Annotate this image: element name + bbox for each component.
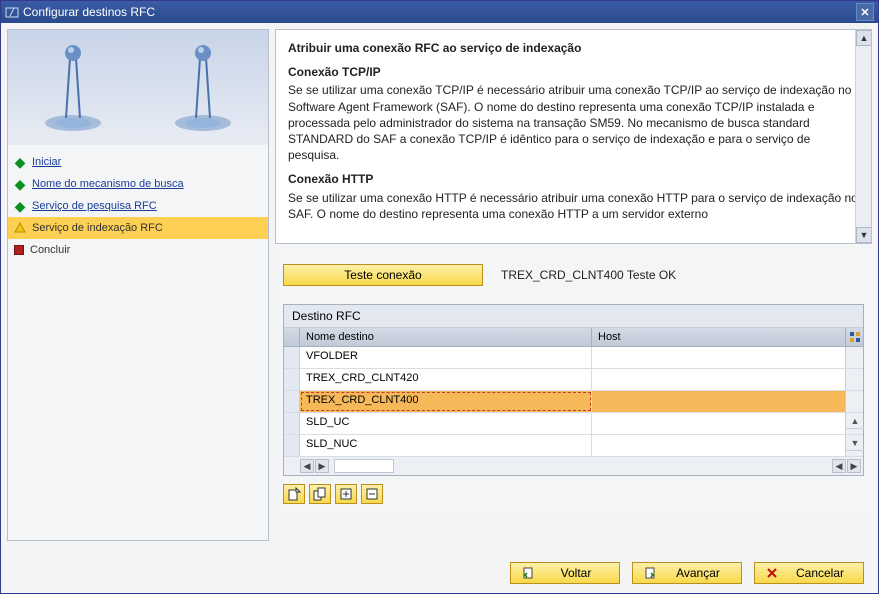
- row-selector[interactable]: [284, 435, 300, 456]
- table-horizontal-scroll: ◀ ▶ ◀ ▶: [284, 457, 863, 475]
- sidebar-item-label: Iniciar: [32, 156, 61, 168]
- scroll-down-button[interactable]: ▼: [856, 227, 872, 243]
- insert-row-button[interactable]: [335, 484, 357, 504]
- test-connection-button[interactable]: Teste conexão: [283, 264, 483, 286]
- table-body: VFOLDERTREX_CRD_CLNT420TREX_CRD_CLNT400S…: [284, 347, 863, 457]
- close-button[interactable]: ✕: [856, 3, 874, 21]
- row-scroll-gutter: [845, 391, 863, 412]
- hscroll-track-left[interactable]: [334, 459, 394, 473]
- cell-host[interactable]: [592, 435, 845, 456]
- table-row[interactable]: SLD_NUC ▼: [284, 435, 863, 457]
- table-icon-toolbar: [283, 484, 864, 504]
- column-header-host[interactable]: Host: [592, 328, 845, 346]
- cancel-icon: [765, 566, 779, 580]
- back-icon: [521, 566, 535, 580]
- cell-destination-name[interactable]: SLD_NUC: [300, 435, 592, 456]
- scroll-up-button[interactable]: ▲: [856, 30, 872, 46]
- table-header: Nome destino Host: [284, 328, 863, 347]
- next-button[interactable]: Avançar: [632, 562, 742, 584]
- table-row[interactable]: TREX_CRD_CLNT400: [284, 391, 863, 413]
- cell-destination-name[interactable]: TREX_CRD_CLNT420: [300, 369, 592, 390]
- green-status-icon: ◆: [14, 156, 26, 168]
- yellow-status-icon: [14, 222, 26, 234]
- back-label: Voltar: [543, 566, 609, 580]
- cell-host[interactable]: [592, 413, 845, 434]
- row-scroll-gutter: ▼: [845, 435, 863, 456]
- row-selector[interactable]: [284, 369, 300, 390]
- info-heading: Atribuir uma conexão RFC ao serviço de i…: [288, 40, 859, 56]
- row-selector[interactable]: [284, 391, 300, 412]
- cell-destination-name[interactable]: VFOLDER: [300, 347, 592, 368]
- cell-host[interactable]: [592, 391, 845, 412]
- table-title: Destino RFC: [284, 305, 863, 328]
- nav-list: ◆ Iniciar ◆ Nome do mecanismo de busca ◆ Serv…: [8, 145, 268, 267]
- sidebar-item-1[interactable]: ◆ Nome do mecanismo de busca: [8, 173, 268, 195]
- table-settings-button[interactable]: [845, 328, 863, 346]
- sidebar-item-label: Serviço de indexação RFC: [32, 222, 163, 234]
- row-selector[interactable]: [284, 347, 300, 368]
- info-scrollbar[interactable]: ▲ ▼: [855, 30, 871, 243]
- main-container: ◆ Iniciar ◆ Nome do mecanismo de busca ◆ Serv…: [1, 23, 878, 547]
- decoration-image: [8, 30, 268, 145]
- table-row[interactable]: TREX_CRD_CLNT420: [284, 369, 863, 391]
- cell-host[interactable]: [592, 369, 845, 390]
- cancel-label: Cancelar: [787, 566, 853, 580]
- vscroll-up-button[interactable]: ▲: [846, 413, 864, 429]
- row-scroll-gutter: ▲: [845, 413, 863, 434]
- rfc-table: Destino RFC Nome destino Host VFOLDERTRE…: [283, 304, 864, 476]
- row-scroll-gutter: [845, 347, 863, 368]
- info-text-box: Atribuir uma conexão RFC ao serviço de i…: [275, 29, 872, 244]
- bottom-button-bar: Voltar Avançar Cancelar: [1, 553, 878, 593]
- info-subheading-http: Conexão HTTP: [288, 171, 859, 187]
- hscroll-right-1[interactable]: ◀: [832, 459, 846, 473]
- sidebar-item-label: Concluir: [30, 244, 70, 256]
- table-row[interactable]: VFOLDER: [284, 347, 863, 369]
- rfc-configure-window: Configurar destinos RFC ✕: [0, 0, 879, 594]
- back-button[interactable]: Voltar: [510, 562, 620, 584]
- sidebar-item-4[interactable]: Concluir: [8, 239, 268, 261]
- cancel-button[interactable]: Cancelar: [754, 562, 864, 584]
- cell-host[interactable]: [592, 347, 845, 368]
- row-selector-header[interactable]: [284, 328, 300, 346]
- delete-row-button[interactable]: [361, 484, 383, 504]
- table-row[interactable]: SLD_UC ▲: [284, 413, 863, 435]
- connection-status-text: TREX_CRD_CLNT400 Teste OK: [501, 268, 676, 282]
- cell-destination-name[interactable]: SLD_UC: [300, 413, 592, 434]
- row-scroll-gutter: [845, 369, 863, 390]
- sidebar: ◆ Iniciar ◆ Nome do mecanismo de busca ◆ Serv…: [7, 29, 269, 541]
- sidebar-item-label: Serviço de pesquisa RFC: [32, 200, 157, 212]
- window-icon: [5, 5, 19, 19]
- hscroll-left-1[interactable]: ◀: [300, 459, 314, 473]
- sidebar-item-label: Nome do mecanismo de busca: [32, 178, 184, 190]
- green-status-icon: ◆: [14, 200, 26, 212]
- vscroll-down-button[interactable]: ▼: [846, 435, 864, 451]
- row-selector[interactable]: [284, 413, 300, 434]
- red-status-icon: [14, 245, 24, 255]
- info-subheading-tcpip: Conexão TCP/IP: [288, 64, 859, 80]
- green-status-icon: ◆: [14, 178, 26, 190]
- test-connection-row: Teste conexão TREX_CRD_CLNT400 Teste OK: [283, 264, 864, 286]
- right-panel: Atribuir uma conexão RFC ao serviço de i…: [275, 29, 872, 541]
- sidebar-item-2[interactable]: ◆ Serviço de pesquisa RFC: [8, 195, 268, 217]
- window-title: Configurar destinos RFC: [23, 5, 856, 19]
- copy-entry-button[interactable]: [309, 484, 331, 504]
- column-header-name[interactable]: Nome destino: [300, 328, 592, 346]
- next-label: Avançar: [665, 566, 731, 580]
- sidebar-item-0[interactable]: ◆ Iniciar: [8, 151, 268, 173]
- info-text-http: Se se utilizar uma conexão HTTP é necess…: [288, 190, 859, 222]
- new-entry-button[interactable]: [283, 484, 305, 504]
- cell-destination-name[interactable]: TREX_CRD_CLNT400: [300, 391, 592, 412]
- hscroll-right-2[interactable]: ▶: [847, 459, 861, 473]
- info-text-tcpip: Se se utilizar uma conexão TCP/IP é nece…: [288, 82, 859, 163]
- titlebar: Configurar destinos RFC ✕: [1, 1, 878, 23]
- controls-area: Teste conexão TREX_CRD_CLNT400 Teste OK …: [275, 244, 872, 512]
- sidebar-item-3[interactable]: Serviço de indexação RFC: [8, 217, 268, 239]
- hscroll-left-2[interactable]: ▶: [315, 459, 329, 473]
- next-icon: [643, 566, 657, 580]
